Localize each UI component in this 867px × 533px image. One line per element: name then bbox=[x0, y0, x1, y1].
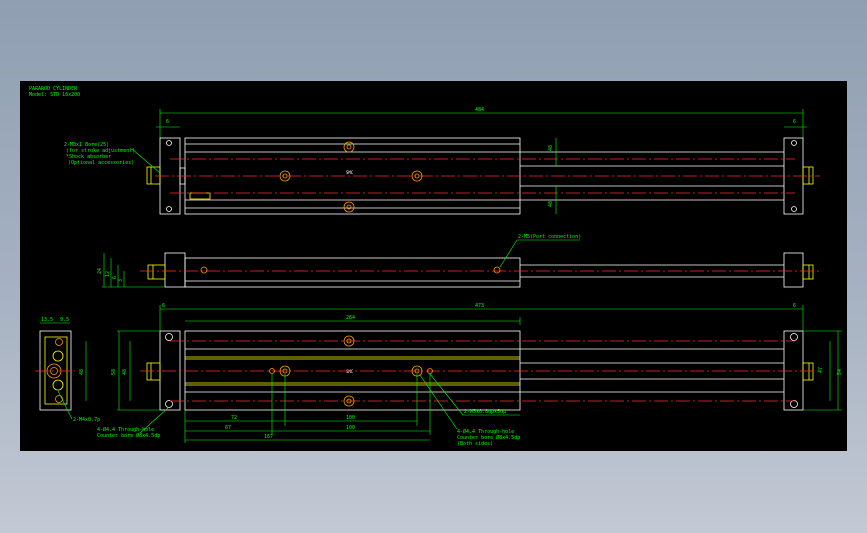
dim-side-6: 6 bbox=[112, 276, 118, 279]
dim-side-3: 3 bbox=[118, 279, 124, 282]
bottom-view: 473 264 6 6 SMC 72 100 67 100 167 47 54 … bbox=[111, 303, 843, 447]
dim-100-b: 100 bbox=[346, 425, 355, 431]
dim-58: 58 bbox=[111, 369, 117, 375]
note-through-hole-left-1: 4-Ø4.4 Through-hole bbox=[97, 426, 154, 433]
note-through-hole-1: 4-Ø4.4 Through-hole bbox=[457, 428, 514, 435]
dim-top-flange-left: 6 bbox=[166, 119, 169, 125]
cad-viewport[interactable]: PARAROD CYLINDER Model: STD 16x200 484 6… bbox=[20, 81, 847, 451]
dim-47: 47 bbox=[818, 367, 824, 373]
dim-top-flange-right: 6 bbox=[793, 119, 796, 125]
note-port-connection: 2-M5(Port connection) bbox=[518, 234, 581, 240]
note-through-hole-left-2: Counter bore Ø8x4.5dp bbox=[97, 432, 160, 439]
dim-end-48: 48 bbox=[79, 369, 85, 375]
dim-side-12: 12 bbox=[105, 271, 111, 277]
top-body-stamp: SMC bbox=[346, 170, 354, 175]
drawing-model: Model: STD 16x200 bbox=[29, 92, 80, 98]
dim-bottom-6-left: 6 bbox=[162, 303, 165, 309]
dim-end-9-5: 9.5 bbox=[60, 317, 69, 323]
dim-48-bottom: 48 bbox=[122, 369, 128, 375]
dim-top-48-a: 48 bbox=[548, 145, 554, 151]
dim-overall-length: 484 bbox=[475, 107, 484, 113]
note-mount-thread: 2-M5x0.8dpx5dp bbox=[464, 409, 506, 415]
dim-bottom-6-right: 6 bbox=[793, 303, 796, 309]
note-stroke-adjust-4: (Optional accessories) bbox=[68, 160, 134, 166]
dim-100-a: 100 bbox=[346, 415, 355, 421]
note-end-thread: 2-M4x0.7p bbox=[73, 417, 100, 423]
dim-72: 72 bbox=[231, 415, 237, 421]
dim-top-48-b: 48 bbox=[548, 201, 554, 207]
bottom-body-stamp: SMC bbox=[346, 369, 354, 374]
top-view: 484 6 6 SMC 48 48 2-M8x1 Bore(25) (for s… bbox=[64, 107, 820, 215]
note-through-hole-3: (Both sides) bbox=[457, 441, 493, 447]
dim-264: 264 bbox=[346, 315, 355, 321]
end-view: 13.5 9.5 48 2-M4x0.7p 4-Ø4.4 Through-hol… bbox=[35, 317, 170, 439]
dim-67: 67 bbox=[225, 425, 231, 431]
dim-side-24: 24 bbox=[97, 268, 103, 274]
dim-167: 167 bbox=[264, 434, 273, 440]
cad-drawing: PARAROD CYLINDER Model: STD 16x200 484 6… bbox=[29, 86, 843, 447]
dim-end-13-5: 13.5 bbox=[41, 317, 53, 323]
dim-54: 54 bbox=[837, 369, 843, 375]
dim-473: 473 bbox=[475, 303, 484, 309]
side-view: 2-M5(Port connection) 24 12 6 3 bbox=[97, 234, 820, 288]
note-through-hole-2: Counter bore Ø8x4.5dp bbox=[457, 434, 520, 441]
